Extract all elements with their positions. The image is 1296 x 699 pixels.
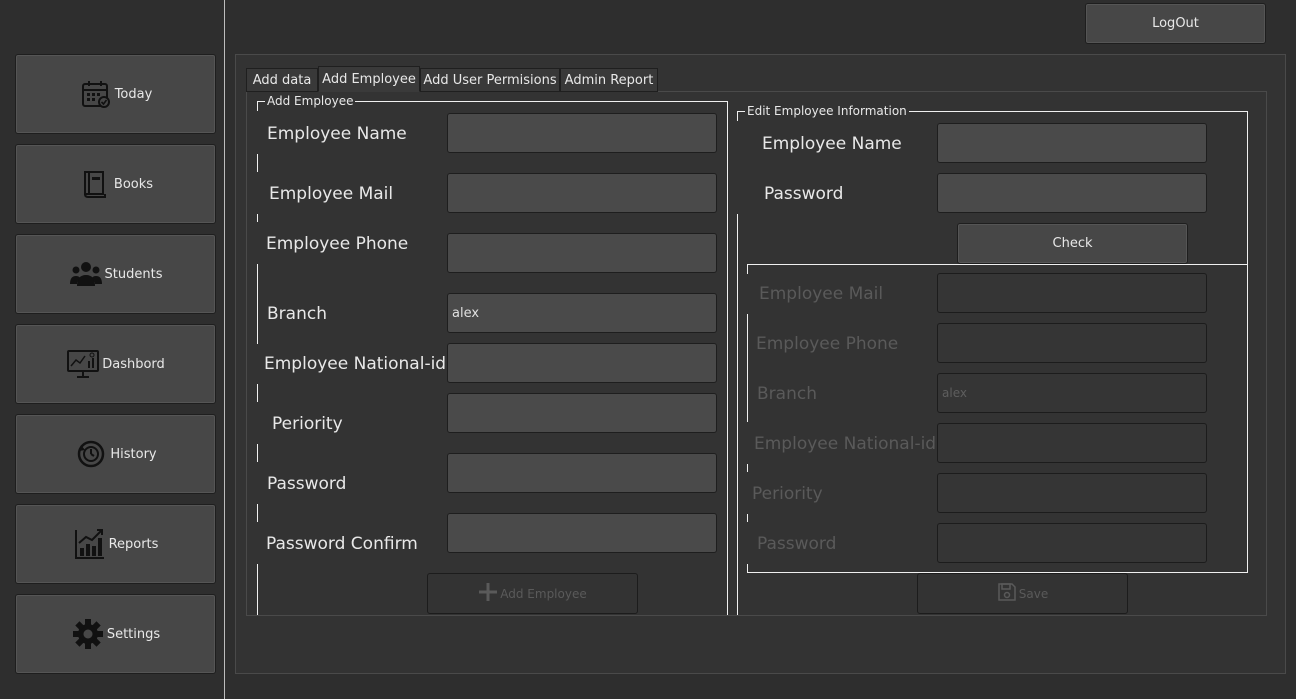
add-employee-button-label: Add Employee <box>500 586 587 601</box>
employee-mail-label: Employee Mail <box>269 184 394 204</box>
gear-icon <box>71 617 105 651</box>
sidebar: Today Books Students Dashbord History Re… <box>0 0 225 699</box>
inner-group-border <box>747 264 748 274</box>
periority-input[interactable] <box>447 393 717 433</box>
edit-mail-input <box>937 273 1207 313</box>
reports-icon <box>73 527 107 561</box>
dashboard-icon <box>66 347 100 381</box>
edit-phone-label: Employee Phone <box>756 334 899 354</box>
sidebar-item-books[interactable]: Books <box>15 144 216 224</box>
edit-branch-select: alex <box>937 373 1207 413</box>
group-border <box>257 214 258 222</box>
tab-add-data[interactable]: Add data <box>246 68 318 92</box>
group-border <box>257 101 258 111</box>
sidebar-item-label: Today <box>114 86 153 102</box>
edit-national-id-input <box>937 423 1207 463</box>
group-border <box>257 564 258 615</box>
tab-add-employee[interactable]: Add Employee <box>318 66 420 92</box>
sidebar-item-dashbord[interactable]: Dashbord <box>15 324 216 404</box>
sidebar-item-students[interactable]: Students <box>15 234 216 314</box>
group-border <box>257 444 258 462</box>
edit-mail-label: Employee Mail <box>759 284 884 304</box>
employee-mail-input[interactable] <box>447 173 717 213</box>
password-input[interactable] <box>447 453 717 493</box>
employee-name-label: Employee Name <box>267 124 407 144</box>
save-button[interactable]: Save <box>917 573 1128 614</box>
save-button-label: Save <box>1018 586 1049 601</box>
edit-password2-input <box>937 523 1207 563</box>
plus-icon <box>478 582 498 605</box>
employee-phone-input[interactable] <box>447 233 717 273</box>
edit-periority-label: Periority <box>752 484 823 504</box>
sidebar-item-label: Settings <box>106 626 161 642</box>
add-employee-group-title: Add Employee <box>265 94 356 108</box>
edit-phone-input <box>937 323 1207 363</box>
sidebar-item-label: Students <box>104 266 163 282</box>
sidebar-item-today[interactable]: Today <box>15 54 216 134</box>
inner-group-border <box>747 514 748 522</box>
sidebar-item-label: Dashbord <box>102 356 165 372</box>
edit-national-id-label: Employee National-id <box>754 434 937 454</box>
inner-group-border <box>747 564 748 573</box>
sidebar-item-history[interactable]: History <box>15 414 216 494</box>
group-border <box>1247 111 1248 264</box>
group-border <box>257 504 258 522</box>
tab-admin-report[interactable]: Admin Report <box>560 68 658 92</box>
sidebar-item-label: History <box>110 446 157 462</box>
employee-phone-label: Employee Phone <box>266 234 409 254</box>
book-icon <box>78 167 112 201</box>
group-border <box>737 111 738 121</box>
group-border <box>257 154 258 172</box>
edit-employee-group-title: Edit Employee Information <box>745 104 909 118</box>
users-icon <box>69 257 103 291</box>
tab-add-user-permisions[interactable]: Add User Permisions <box>420 68 560 92</box>
password-confirm-input[interactable] <box>447 513 717 553</box>
sidebar-item-label: Books <box>113 176 154 192</box>
group-border <box>257 264 258 344</box>
history-icon <box>74 437 108 471</box>
periority-label: Periority <box>272 414 343 434</box>
password-label: Password <box>267 474 347 494</box>
edit-employee-name-input[interactable] <box>937 123 1207 163</box>
national-id-input[interactable] <box>447 343 717 383</box>
edit-password2-label: Password <box>757 534 837 554</box>
sidebar-item-settings[interactable]: Settings <box>15 594 216 674</box>
group-border <box>727 101 728 615</box>
branch-select[interactable]: alex <box>447 293 717 333</box>
edit-password-input[interactable] <box>937 173 1207 213</box>
inner-group-border <box>747 314 748 422</box>
inner-group-border <box>747 464 748 472</box>
group-border <box>737 214 738 615</box>
calendar-icon <box>79 77 113 111</box>
password-confirm-label: Password Confirm <box>266 534 418 554</box>
employee-name-input[interactable] <box>447 113 717 153</box>
inner-group-border <box>1247 264 1248 573</box>
group-border <box>257 384 258 402</box>
edit-periority-input <box>937 473 1207 513</box>
logout-button[interactable]: LogOut <box>1085 3 1266 44</box>
edit-employee-name-label: Employee Name <box>762 134 902 154</box>
national-id-label: Employee National-id <box>264 354 447 374</box>
edit-password-label: Password <box>764 184 844 204</box>
inner-group-border <box>747 264 1248 265</box>
add-employee-button[interactable]: Add Employee <box>427 573 638 614</box>
sidebar-item-reports[interactable]: Reports <box>15 504 216 584</box>
edit-branch-label: Branch <box>757 384 817 404</box>
save-icon <box>997 582 1017 605</box>
sidebar-item-label: Reports <box>108 536 159 552</box>
check-button[interactable]: Check <box>957 223 1188 264</box>
branch-label: Branch <box>267 304 327 324</box>
